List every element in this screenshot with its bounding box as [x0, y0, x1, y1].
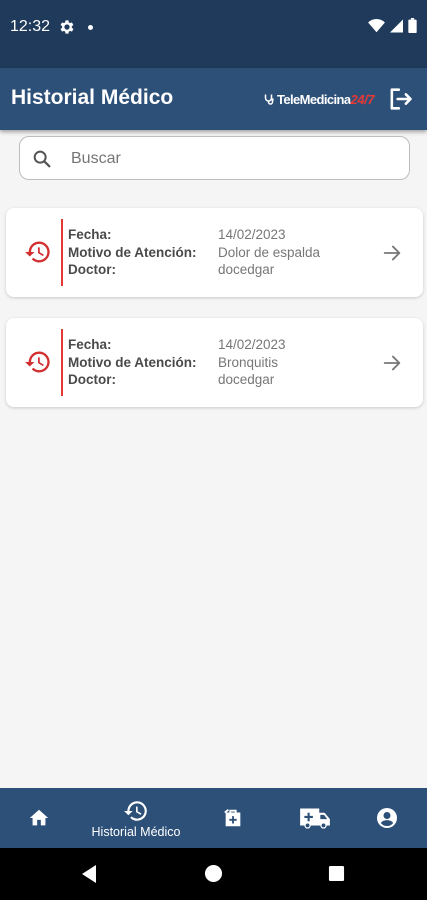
card-divider	[61, 329, 63, 396]
page-title: Historial Médico	[11, 86, 174, 109]
record-card[interactable]: Fecha: Motivo de Atención: Doctor: 14/02…	[6, 318, 423, 407]
doctor-label: Doctor:	[68, 262, 116, 277]
fecha-value: 14/02/2023	[218, 337, 286, 352]
arrow-right-icon[interactable]	[381, 242, 403, 264]
brand-name: TeleMedicina	[277, 91, 351, 107]
record-labels: Fecha: Motivo de Atención: Doctor:	[68, 336, 197, 389]
brand-accent: 24/7	[350, 91, 375, 107]
history-icon	[25, 351, 50, 373]
motivo-value: Bronquitis	[218, 354, 279, 370]
status-time: 12:32	[10, 18, 51, 35]
fecha-label: Fecha:	[68, 337, 112, 352]
record-card[interactable]: Fecha: Motivo de Atención: Doctor: 14/02…	[6, 208, 423, 297]
arrow-right-icon[interactable]	[381, 352, 403, 374]
nav-ambulance[interactable]	[292, 788, 338, 848]
battery-icon	[408, 18, 417, 33]
record-values: 14/02/2023 Dolor de espalda docedgar	[218, 226, 320, 279]
fecha-value: 14/02/2023	[218, 227, 286, 242]
recents-icon[interactable]	[328, 865, 345, 882]
home-circle-icon[interactable]	[204, 864, 223, 883]
motivo-label: Motivo de Atención:	[68, 354, 197, 370]
ambulance-icon	[300, 808, 330, 829]
wifi-icon	[368, 18, 385, 32]
back-icon[interactable]	[80, 864, 98, 884]
search-icon	[33, 150, 51, 168]
notification-dot-icon	[88, 25, 93, 30]
record-values: 14/02/2023 Bronquitis docedgar	[218, 336, 286, 389]
doctor-label: Doctor:	[68, 372, 116, 387]
history-icon	[124, 800, 147, 821]
doctor-value: docedgar	[218, 372, 275, 387]
nav-home[interactable]	[18, 788, 60, 848]
logout-button[interactable]	[386, 85, 414, 113]
signal-icon	[390, 19, 403, 32]
medical-bag-icon	[224, 809, 241, 827]
nav-medical-bag[interactable]	[212, 788, 254, 848]
nav-account[interactable]	[366, 788, 408, 848]
doctor-value: docedgar	[218, 262, 275, 277]
fecha-label: Fecha:	[68, 227, 112, 242]
telemedicina-logo: TeleMedicina 24/7	[263, 90, 375, 108]
history-icon	[25, 241, 50, 263]
bottom-nav: Historial Médico	[0, 788, 427, 848]
system-nav-bar	[0, 848, 427, 900]
settings-gear-icon	[60, 20, 74, 34]
search-box[interactable]	[19, 136, 410, 180]
search-input[interactable]	[71, 145, 391, 173]
nav-historial[interactable]: Historial Médico	[80, 788, 192, 848]
stethoscope-icon	[264, 94, 274, 105]
motivo-label: Motivo de Atención:	[68, 244, 197, 260]
card-divider	[61, 219, 63, 286]
account-icon	[377, 808, 397, 828]
record-labels: Fecha: Motivo de Atención: Doctor:	[68, 226, 197, 279]
app-bar: Historial Médico TeleMedicina 24/7	[0, 68, 427, 130]
home-icon	[29, 809, 49, 826]
nav-historial-label: Historial Médico	[91, 824, 181, 839]
status-bar: 12:32	[0, 0, 427, 68]
motivo-value: Dolor de espalda	[218, 244, 321, 260]
status-indicators	[368, 18, 417, 33]
